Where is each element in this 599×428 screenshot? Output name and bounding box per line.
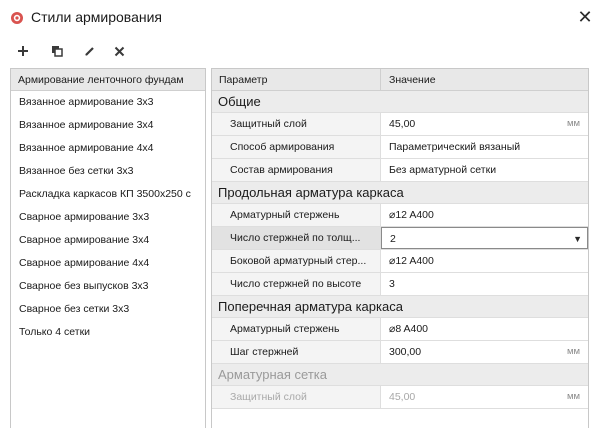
table-row[interactable]: Арматурный стержень ⌀8 A400 [212,318,588,341]
param-label: Способ армирования [212,136,381,158]
list-item[interactable]: Только 4 сетки [11,321,205,344]
column-header-value: Значение [389,74,436,86]
list-item[interactable]: Раскладка каркасов КП 3500х250 с [11,183,205,206]
list-item[interactable]: Сварное без сетки 3х3 [11,298,205,321]
value-cell[interactable]: Без арматурной сетки [381,159,588,181]
list-item[interactable]: Вязанное армирование 3х3 [11,91,205,114]
list-item[interactable]: Вязанное армирование 4х4 [11,137,205,160]
value-cell[interactable]: 3 [381,273,588,295]
styles-list-panel: Армирование ленточного фундам Вязанное а… [10,68,206,428]
properties-grid: Параметр Значение Общие Защитный слой 45… [211,68,589,428]
section-rebar-mesh: Арматурная сетка [212,364,588,386]
table-row[interactable]: Число стержней по высоте 3 [212,273,588,296]
title-bar: Стили армирования ✕ [0,0,599,36]
plus-icon[interactable] [12,41,34,61]
close-icon[interactable]: ✕ [574,6,596,28]
table-row[interactable]: Состав армирования Без арматурной сетки [212,159,588,182]
value-cell[interactable]: ⌀12 A400 [381,250,588,272]
param-label: Число стержней по высоте [212,273,381,295]
toolbar [0,36,599,66]
value-cell[interactable]: ⌀12 A400 [381,204,588,226]
table-row[interactable]: Арматурный стержень ⌀12 A400 [212,204,588,227]
list-item[interactable]: Сварное армирование 3х3 [11,206,205,229]
table-row: Защитный слой 45,00 мм [212,386,588,409]
table-row[interactable]: Число стержней по толщ... 2 ▼ [212,227,588,250]
table-row[interactable]: Шаг стержней 300,00 мм [212,341,588,364]
pencil-icon[interactable] [79,41,101,61]
section-longitudinal-rebar[interactable]: Продольная арматура каркаса [212,182,588,204]
styles-list-header: Армирование ленточного фундам [11,69,205,91]
value-cell: 45,00 мм [381,386,588,408]
param-label: Защитный слой [212,113,381,135]
grid-header: Параметр Значение [212,69,588,91]
list-item[interactable]: Сварное армирование 4х4 [11,252,205,275]
param-label: Защитный слой [212,386,381,408]
value-cell[interactable]: Параметрический вязаный [381,136,588,158]
list-item[interactable]: Сварное без выпусков 3х3 [11,275,205,298]
value-cell[interactable]: 300,00 мм [381,341,588,363]
param-label: Арматурный стержень [212,318,381,340]
param-label: Шаг стержней [212,341,381,363]
bars-count-select[interactable]: 2 ▼ [381,227,588,249]
unit-label: мм [566,391,580,402]
param-label: Арматурный стержень [212,204,381,226]
table-row[interactable]: Боковой арматурный стер... ⌀12 A400 [212,250,588,273]
copy-icon[interactable] [46,41,68,61]
column-header-parameter: Параметр [212,69,381,90]
chevron-down-icon[interactable]: ▼ [573,228,582,250]
value-cell[interactable]: 45,00 мм [381,113,588,135]
section-general[interactable]: Общие [212,91,588,113]
param-label: Число стержней по толщ... [212,227,381,249]
section-transverse-rebar[interactable]: Поперечная арматура каркаса [212,296,588,318]
x-icon[interactable] [108,41,130,61]
rebar-styles-app-icon [10,11,24,25]
unit-label: мм [566,118,580,129]
param-label: Боковой арматурный стер... [212,250,381,272]
table-row[interactable]: Способ армирования Параметрический вязан… [212,136,588,159]
list-item[interactable]: Сварное армирование 3х4 [11,229,205,252]
list-item[interactable]: Вязанное без сетки 3х3 [11,160,205,183]
table-row[interactable]: Защитный слой 45,00 мм [212,113,588,136]
value-cell[interactable]: ⌀8 A400 [381,318,588,340]
list-item[interactable]: Вязанное армирование 3х4 [11,114,205,137]
unit-label: мм [566,346,580,357]
param-label: Состав армирования [212,159,381,181]
window-title: Стили армирования [31,9,163,25]
